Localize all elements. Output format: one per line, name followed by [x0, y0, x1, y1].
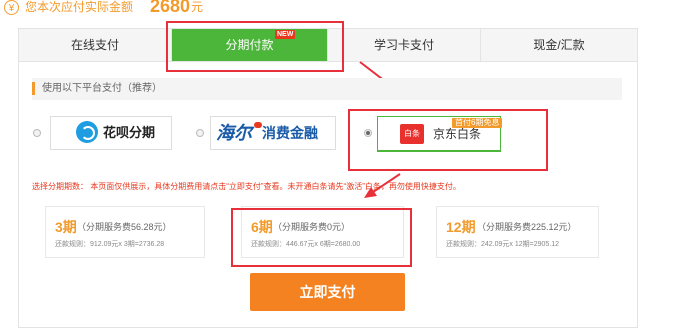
installment-notice: 选择分期期数： 本页面仅供展示，具体分期费用请点击“立即支付”查看。未开通白条请… — [32, 182, 461, 192]
amount-unit: 元 — [191, 0, 204, 14]
haier-logo-mark: 海尔 — [216, 123, 252, 143]
haier-logo-accent — [254, 122, 262, 128]
installment-rule: 还款规则：912.09元x 3期=2736.28 — [55, 241, 165, 248]
amount-value: 2680 — [150, 0, 191, 16]
installment-option-12[interactable]: 12期 （分期服务费225.12元） 还款规则：242.09元x 12期=290… — [436, 206, 599, 258]
notice-label: 选择分期期数： — [32, 182, 88, 191]
tab-study-card[interactable]: 学习卡支付 — [327, 29, 481, 61]
radio-haier[interactable] — [196, 129, 204, 137]
radio-huabei[interactable] — [33, 129, 41, 137]
option-huabei-label: 花呗分期 — [103, 125, 156, 140]
installment-rule: 还款规则：242.09元x 12期=2905.12 — [446, 241, 560, 248]
installment-period: 12期 — [446, 219, 476, 235]
installment-fee: （分期服务费225.12元） — [477, 222, 577, 232]
installment-fee: （分期服务费56.28元） — [77, 222, 172, 232]
installment-period: 3期 — [55, 219, 77, 235]
pay-now-button[interactable]: 立即支付 — [250, 273, 405, 311]
annotation-box-6-period — [231, 208, 412, 267]
option-haier-label: 消费金融 — [262, 125, 318, 141]
annotation-box-jd — [348, 109, 548, 171]
notice-text: 本页面仅供展示，具体分期费用请点击“立即支付”查看。未开通白条请先“激活”白条，… — [90, 182, 461, 191]
yen-icon: ¥ — [4, 0, 19, 15]
platform-section-title: 使用以下平台支付（推荐） — [42, 83, 162, 94]
amount-label: 您本次应付实际金额 — [25, 0, 134, 14]
installment-option-3[interactable]: 3期 （分期服务费56.28元） 还款规则：912.09元x 3期=2736.2… — [45, 206, 205, 258]
tab-cash-remit[interactable]: 现金/汇款 — [481, 29, 637, 61]
tab-online-pay[interactable]: 在线支付 — [19, 29, 172, 61]
huabei-logo-icon — [76, 121, 98, 143]
annotation-box-tab — [166, 21, 344, 72]
section-accent-bar — [32, 82, 35, 95]
